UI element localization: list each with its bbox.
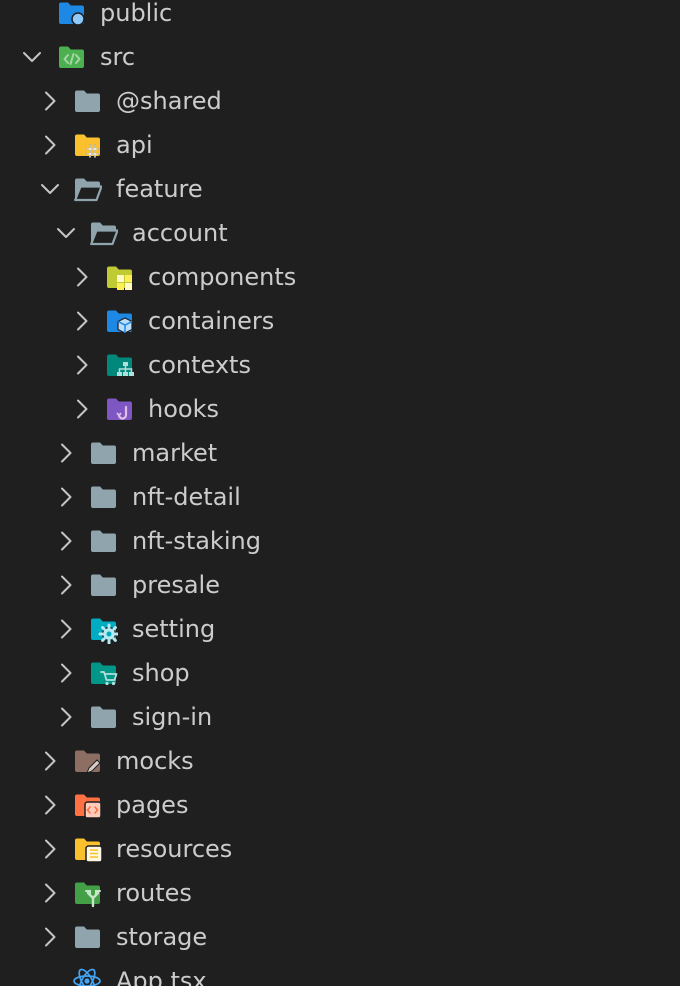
chevron-right-icon[interactable] bbox=[38, 133, 62, 157]
folder-open-icon bbox=[72, 174, 103, 204]
tree-item-label: presale bbox=[132, 571, 220, 599]
tree-row-components[interactable]: components bbox=[0, 255, 680, 299]
folder-icon bbox=[88, 526, 118, 556]
react-file-icon bbox=[72, 966, 102, 986]
tree-item-label: containers bbox=[148, 307, 275, 335]
folder-containers-icon bbox=[104, 306, 134, 336]
tree-row-shared[interactable]: @shared bbox=[0, 79, 680, 123]
folder-hooks-icon bbox=[104, 394, 134, 424]
tree-row-api[interactable]: api bbox=[0, 123, 680, 167]
tree-row-app-tsx[interactable]: App.tsx bbox=[0, 959, 680, 986]
tree-row-storage[interactable]: storage bbox=[0, 915, 680, 959]
chevron-right-icon[interactable] bbox=[38, 749, 62, 773]
tree-item-label: account bbox=[132, 219, 228, 247]
chevron-down-icon[interactable] bbox=[54, 221, 78, 245]
tree-item-label: mocks bbox=[116, 747, 194, 775]
tree-item-label: public bbox=[100, 0, 173, 27]
tree-item-label: market bbox=[132, 439, 218, 467]
tree-row-feature[interactable]: feature bbox=[0, 167, 680, 211]
tree-item-label: src bbox=[100, 43, 136, 71]
tree-row-account[interactable]: account bbox=[0, 211, 680, 255]
folder-shop-icon bbox=[88, 658, 118, 688]
chevron-right-icon[interactable] bbox=[54, 529, 78, 553]
folder-mocks-icon bbox=[72, 746, 102, 776]
tree-item-label: hooks bbox=[148, 395, 219, 423]
tree-item-label: sign-in bbox=[132, 703, 213, 731]
chevron-right-icon[interactable] bbox=[70, 397, 94, 421]
folder-contexts-icon bbox=[104, 350, 134, 380]
chevron-right-icon[interactable] bbox=[70, 309, 94, 333]
tree-item-label: resources bbox=[116, 835, 233, 863]
tree-item-label: @shared bbox=[116, 87, 222, 115]
tree-row-sign-in[interactable]: sign-in bbox=[0, 695, 680, 739]
folder-icon bbox=[88, 482, 118, 512]
folder-icon bbox=[72, 86, 102, 116]
folder-icon bbox=[88, 702, 118, 732]
tree-item-label: api bbox=[116, 131, 153, 159]
tree-row-mocks[interactable]: mocks bbox=[0, 739, 680, 783]
folder-open-icon bbox=[88, 218, 119, 248]
tree-row-setting[interactable]: setting bbox=[0, 607, 680, 651]
chevron-right-icon[interactable] bbox=[38, 89, 62, 113]
tree-row-nft-detail[interactable]: nft-detail bbox=[0, 475, 680, 519]
folder-src-icon bbox=[56, 42, 86, 72]
tree-row-hooks[interactable]: hooks bbox=[0, 387, 680, 431]
tree-row-shop[interactable]: shop bbox=[0, 651, 680, 695]
folder-components-icon bbox=[104, 262, 134, 292]
chevron-right-icon[interactable] bbox=[38, 881, 62, 905]
tree-item-label: components bbox=[148, 263, 297, 291]
chevron-right-icon[interactable] bbox=[38, 925, 62, 949]
chevron-right-icon[interactable] bbox=[54, 573, 78, 597]
tree-item-label: contexts bbox=[148, 351, 251, 379]
folder-icon bbox=[72, 922, 102, 952]
tree-row-src[interactable]: src bbox=[0, 35, 680, 79]
chevron-right-icon[interactable] bbox=[54, 705, 78, 729]
tree-item-label: setting bbox=[132, 615, 216, 643]
folder-resources-icon bbox=[72, 834, 103, 864]
chevron-right-icon[interactable] bbox=[54, 441, 78, 465]
folder-icon bbox=[88, 438, 118, 468]
file-explorer-tree: public src @shared api feature account compone… bbox=[0, 0, 680, 986]
chevron-right-icon[interactable] bbox=[54, 617, 78, 641]
folder-icon bbox=[88, 570, 118, 600]
folder-setting-icon bbox=[88, 614, 120, 645]
tree-row-contexts[interactable]: contexts bbox=[0, 343, 680, 387]
tree-row-nft-staking[interactable]: nft-staking bbox=[0, 519, 680, 563]
folder-pages-icon bbox=[72, 790, 102, 820]
tree-row-presale[interactable]: presale bbox=[0, 563, 680, 607]
chevron-down-icon[interactable] bbox=[20, 45, 44, 69]
tree-row-routes[interactable]: routes bbox=[0, 871, 680, 915]
tree-row-pages[interactable]: pages bbox=[0, 783, 680, 827]
folder-routes-icon bbox=[72, 878, 102, 908]
chevron-right-icon[interactable] bbox=[38, 837, 62, 861]
tree-row-market[interactable]: market bbox=[0, 431, 680, 475]
tree-row-containers[interactable]: containers bbox=[0, 299, 680, 343]
tree-item-label: storage bbox=[116, 923, 208, 951]
chevron-right-icon[interactable] bbox=[54, 661, 78, 685]
tree-item-label: nft-detail bbox=[132, 483, 241, 511]
tree-item-label: feature bbox=[116, 175, 203, 203]
tree-item-label: App.tsx bbox=[116, 967, 207, 986]
tree-row-resources[interactable]: resources bbox=[0, 827, 680, 871]
folder-public-icon bbox=[56, 0, 86, 28]
chevron-right-icon[interactable] bbox=[70, 265, 94, 289]
chevron-right-icon[interactable] bbox=[38, 793, 62, 817]
tree-item-label: shop bbox=[132, 659, 190, 687]
tree-item-label: pages bbox=[116, 791, 189, 819]
tree-row-public[interactable]: public bbox=[0, 0, 680, 35]
tree-item-label: nft-staking bbox=[132, 527, 261, 555]
chevron-right-icon[interactable] bbox=[70, 353, 94, 377]
folder-api-icon bbox=[72, 130, 102, 160]
tree-item-label: routes bbox=[116, 879, 192, 907]
chevron-right-icon[interactable] bbox=[54, 485, 78, 509]
chevron-down-icon[interactable] bbox=[38, 177, 62, 201]
